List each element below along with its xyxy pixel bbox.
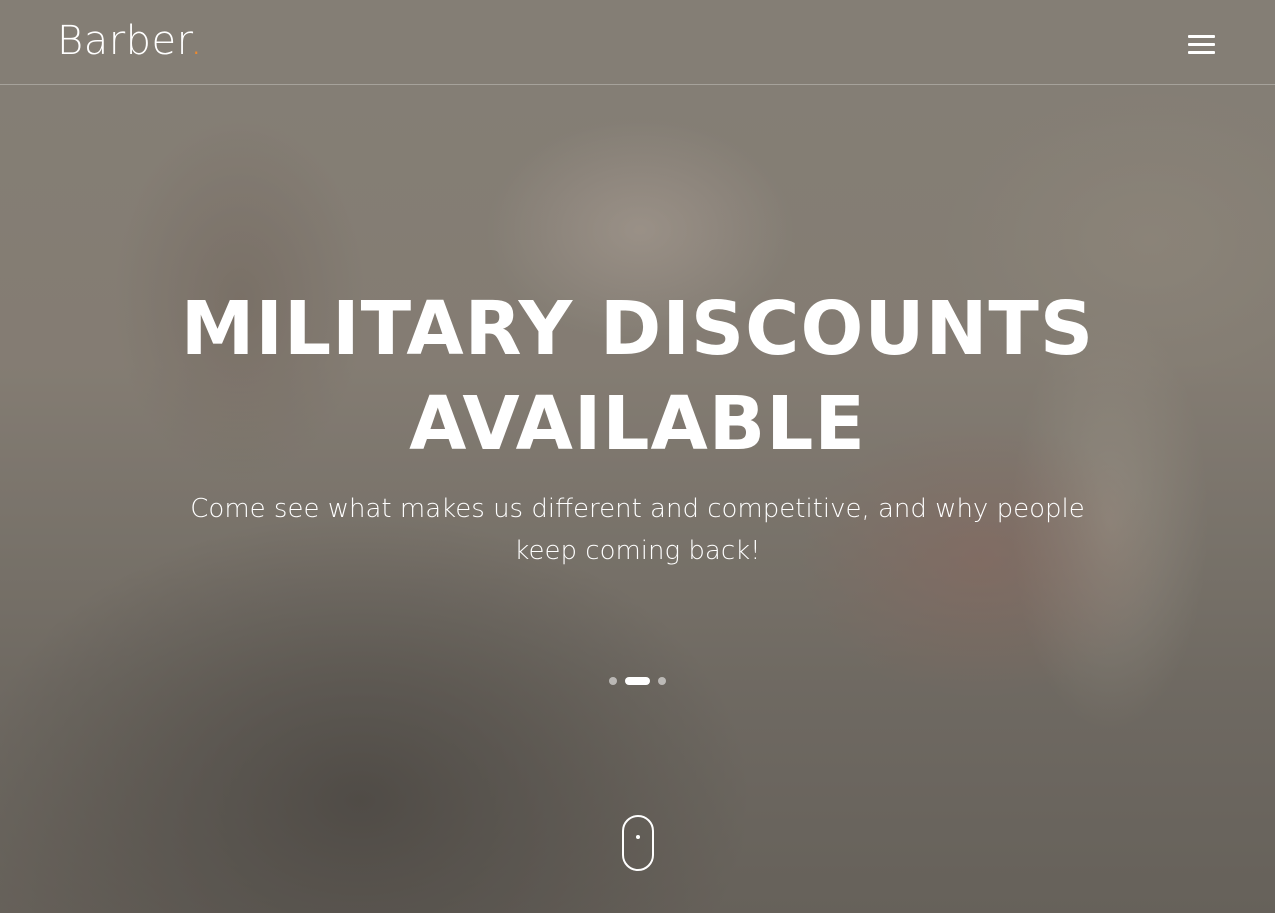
hero-title-line-2: AVAILABLE [409,381,866,467]
hero-section: Barber. MILITARY DISCOUNTS AVAILABLE Com… [0,0,1275,913]
menu-bar-bottom [1188,51,1215,54]
navbar: Barber. [0,0,1275,85]
slider-dot-1[interactable] [609,677,617,685]
mouse-scroll-icon[interactable] [622,815,654,871]
hamburger-menu-icon[interactable] [1181,30,1221,60]
hero-subtitle: Come see what makes us different and com… [190,494,1085,566]
hero-content: MILITARY DISCOUNTS AVAILABLE Come see wh… [0,282,1275,572]
brand-dot: . [189,18,204,64]
brand-name: Barber [57,18,190,64]
brand-logo[interactable]: Barber. [57,17,203,65]
slider-dot-3[interactable] [658,677,666,685]
slider-dot-2[interactable] [625,677,650,685]
menu-bar-middle [1188,43,1215,46]
mouse-wheel-dot [636,835,640,839]
hero-title: MILITARY DISCOUNTS AVAILABLE [88,282,1188,472]
hero-title-line-1: MILITARY DISCOUNTS [180,286,1095,372]
slider-pagination [0,677,1275,685]
menu-bar-top [1188,35,1215,38]
